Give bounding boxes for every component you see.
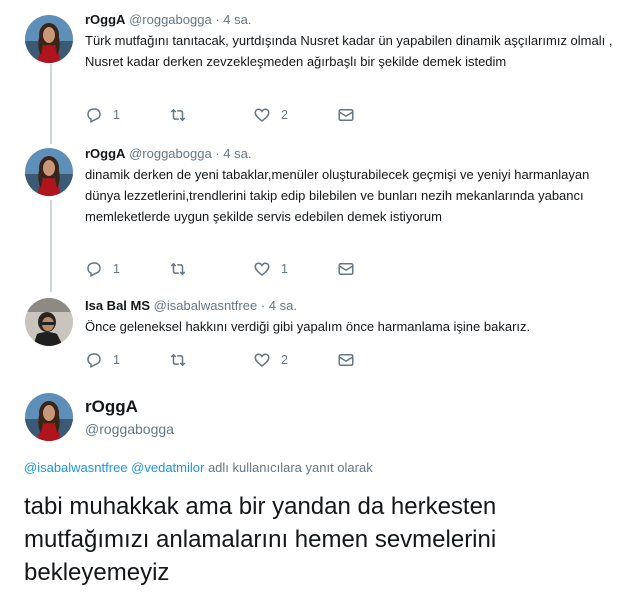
reply-icon bbox=[87, 108, 101, 123]
retweet-icon bbox=[170, 354, 186, 366]
reply-context: @isabalwasntfree @vedatmilor adlı kullan… bbox=[24, 460, 373, 475]
reply-button[interactable]: 1 bbox=[85, 106, 169, 124]
author-handle[interactable]: @isabalwasntfree bbox=[154, 298, 258, 313]
like-button[interactable]: 2 bbox=[253, 106, 337, 124]
timestamp[interactable]: 4 sa. bbox=[223, 12, 251, 27]
author-handle[interactable]: @roggabogga bbox=[129, 146, 212, 161]
reply-button[interactable]: 1 bbox=[85, 351, 169, 369]
retweet-button[interactable] bbox=[169, 260, 253, 278]
tweet[interactable]: rOggA @roggabogga · 4 sa. Türk mutfağını… bbox=[0, 0, 635, 140]
like-button[interactable]: 1 bbox=[253, 260, 337, 278]
separator: · bbox=[260, 298, 266, 313]
author-name[interactable]: rOggA bbox=[85, 12, 125, 27]
avatar[interactable] bbox=[25, 148, 73, 196]
reply-count: 1 bbox=[113, 353, 120, 367]
tweet-header: rOggA @roggabogga · 4 sa. bbox=[85, 146, 615, 162]
dm-icon bbox=[338, 354, 354, 366]
reply-count: 1 bbox=[113, 108, 120, 122]
dm-button[interactable] bbox=[337, 351, 421, 369]
main-author-name[interactable]: rOggA bbox=[85, 397, 138, 417]
avatar-image bbox=[25, 393, 73, 441]
avatar-image bbox=[25, 298, 73, 346]
mention-link[interactable]: @isabalwasntfree bbox=[24, 460, 128, 475]
separator: · bbox=[215, 12, 220, 27]
like-count: 1 bbox=[281, 262, 288, 276]
like-icon bbox=[254, 108, 270, 122]
dm-button[interactable] bbox=[337, 106, 421, 124]
like-icon bbox=[254, 353, 270, 367]
tweet-actions: 1 2 bbox=[85, 105, 421, 125]
reply-context-label: adlı kullanıcılara yanıt olarak bbox=[207, 460, 373, 475]
tweet-header: Isa Bal MS @isabalwasntfree · 4 sa. bbox=[85, 298, 615, 314]
retweet-button[interactable] bbox=[169, 351, 253, 369]
avatar-image bbox=[25, 15, 73, 63]
timestamp[interactable]: 4 sa. bbox=[223, 146, 251, 161]
main-tweet-text: tabi muhakkak ama bir yandan da herkeste… bbox=[24, 493, 497, 586]
like-button[interactable]: 2 bbox=[253, 351, 337, 369]
retweet-button[interactable] bbox=[169, 106, 253, 124]
tweet-actions: 1 1 bbox=[85, 259, 421, 279]
like-icon bbox=[254, 262, 270, 276]
dm-button[interactable] bbox=[337, 260, 421, 278]
main-author-handle[interactable]: @roggabogga bbox=[85, 421, 174, 437]
author-name[interactable]: rOggA bbox=[85, 146, 125, 161]
like-count: 2 bbox=[281, 353, 288, 367]
avatar[interactable] bbox=[25, 15, 73, 63]
tweet-text: dinamik derken de yeni tabaklar,menüler … bbox=[85, 167, 590, 224]
tweet-actions: 1 2 bbox=[85, 350, 421, 370]
mention-link[interactable]: @vedatmilor bbox=[131, 460, 204, 475]
avatar[interactable] bbox=[25, 393, 73, 441]
author-name[interactable]: Isa Bal MS bbox=[85, 298, 150, 313]
reply-count: 1 bbox=[113, 262, 120, 276]
separator: · bbox=[215, 146, 220, 161]
tweet-text: Önce geleneksel hakkını verdiği gibi yap… bbox=[85, 319, 531, 334]
like-count: 2 bbox=[281, 108, 288, 122]
reply-icon bbox=[87, 353, 101, 368]
author-handle[interactable]: @roggabogga bbox=[129, 12, 212, 27]
reply-button[interactable]: 1 bbox=[85, 260, 169, 278]
retweet-icon bbox=[170, 263, 186, 275]
avatar-image bbox=[25, 148, 73, 196]
tweet-text: Türk mutfağını tanıtacak, yurtdışında Nu… bbox=[85, 33, 613, 69]
reply-icon bbox=[87, 262, 101, 277]
tweet[interactable]: rOggA @roggabogga · 4 sa. dinamik derken… bbox=[0, 140, 635, 290]
dm-icon bbox=[338, 109, 354, 121]
dm-icon bbox=[338, 263, 354, 275]
avatar[interactable] bbox=[25, 298, 73, 346]
tweet[interactable]: Isa Bal MS @isabalwasntfree · 4 sa. Önce… bbox=[0, 290, 635, 380]
retweet-icon bbox=[170, 109, 186, 121]
tweet-header: rOggA @roggabogga · 4 sa. bbox=[85, 12, 615, 28]
timestamp[interactable]: 4 sa. bbox=[269, 298, 297, 313]
